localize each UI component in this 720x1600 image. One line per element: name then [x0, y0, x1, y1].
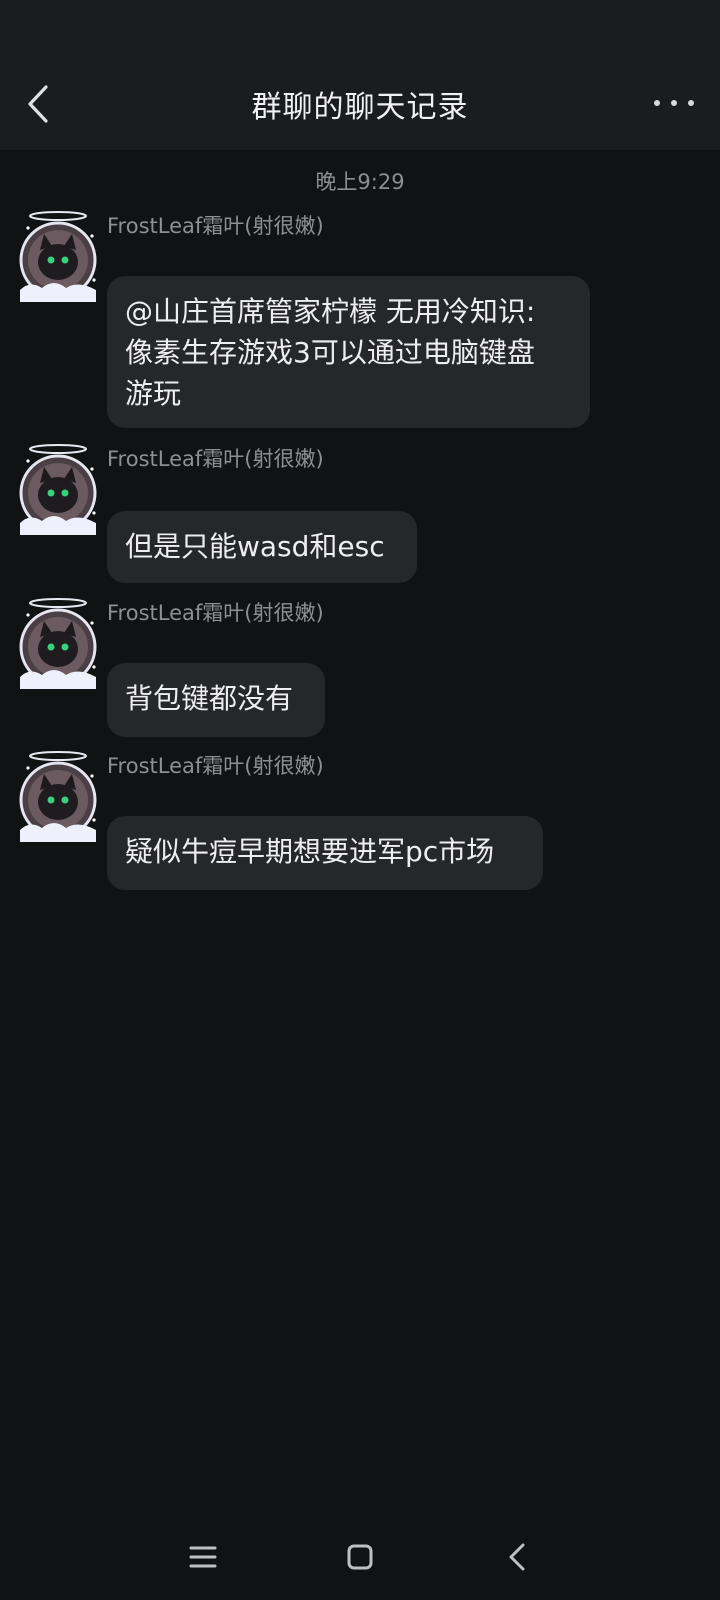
sender-name[interactable]: FrostLeaf霜叶(射很嫩) [107, 443, 324, 473]
more-dot [671, 100, 677, 106]
avatar-cat-icon [19, 751, 97, 842]
message-bubble[interactable]: 但是只能wasd和esc [107, 511, 417, 583]
message-text-line: 背包键都没有 [125, 682, 294, 715]
time-divider: 晚上9:29 [315, 170, 405, 194]
message-text-line: 疑似牛痘早期想要进军pc市场 [125, 835, 495, 868]
message-text-line: @山庄首席管家柠檬 无用冷知识: [125, 295, 536, 328]
avatar[interactable] [14, 597, 102, 693]
nav-home-button[interactable] [330, 1532, 390, 1582]
more-dot [688, 100, 694, 106]
system-nav-bar [0, 1510, 720, 1600]
more-options-button[interactable] [654, 88, 694, 118]
message-text-line: 但是只能wasd和esc [125, 530, 385, 563]
sender-name[interactable]: FrostLeaf霜叶(射很嫩) [107, 750, 324, 780]
sender-name[interactable]: FrostLeaf霜叶(射很嫩) [107, 210, 324, 240]
avatar-cat-icon [19, 444, 97, 535]
avatar[interactable] [14, 210, 102, 306]
home-square-icon [347, 1544, 373, 1570]
message-text-line: 游玩 [125, 377, 182, 410]
message-bubble[interactable]: 背包键都没有 [107, 663, 325, 737]
avatar-cat-icon [19, 598, 97, 689]
back-chevron-icon [509, 1543, 525, 1571]
message-text-line: 像素生存游戏3可以通过电脑键盘 [125, 336, 535, 369]
sender-name[interactable]: FrostLeaf霜叶(射很嫩) [107, 597, 324, 627]
avatar-cat-icon [19, 211, 97, 302]
message-bubble[interactable]: 疑似牛痘早期想要进军pc市场 [107, 816, 543, 890]
message-bubble[interactable]: @山庄首席管家柠檬 无用冷知识: 像素生存游戏3可以通过电脑键盘 游玩 [107, 276, 590, 428]
avatar[interactable] [14, 750, 102, 846]
page-title: 群聊的聊天记录 [251, 90, 469, 125]
avatar[interactable] [14, 443, 102, 539]
top-bar: 群聊的聊天记录 [0, 0, 720, 150]
more-dot [654, 100, 660, 106]
menu-icon [189, 1546, 217, 1568]
nav-menu-button[interactable] [173, 1532, 233, 1582]
nav-back-button[interactable] [487, 1532, 547, 1582]
chat-history-screen: 群聊的聊天记录 晚上9:29 FrostLeaf霜叶(射很嫩) @山庄首席管家柠… [0, 0, 720, 1600]
